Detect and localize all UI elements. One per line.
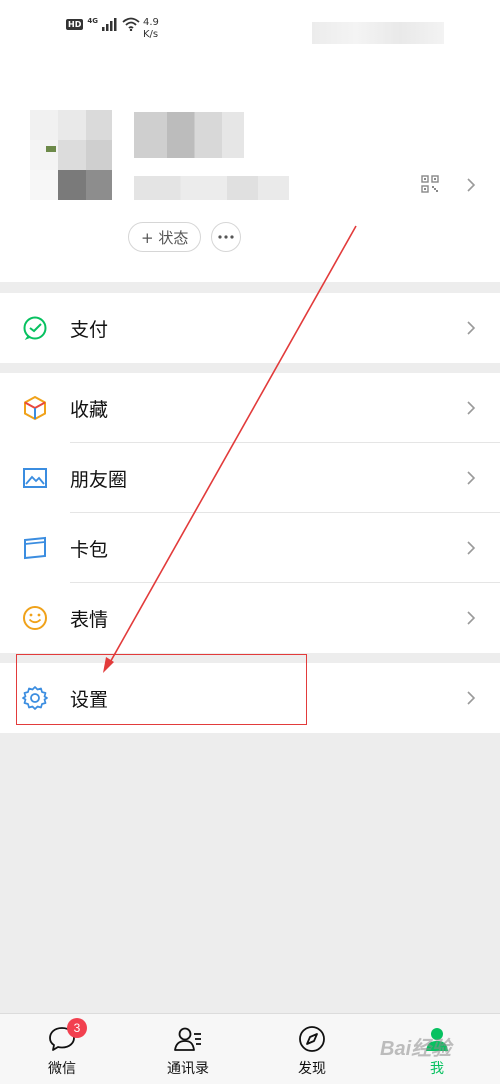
tab-label: 我 bbox=[430, 1061, 444, 1077]
tab-label: 通讯录 bbox=[167, 1061, 209, 1077]
tab-chats[interactable]: 3 微信 bbox=[17, 1014, 107, 1084]
tab-contacts[interactable]: 通讯录 bbox=[143, 1014, 233, 1084]
tab-label: 发现 bbox=[298, 1061, 326, 1077]
unread-badge: 3 bbox=[67, 1018, 87, 1038]
tab-discover[interactable]: 发现 bbox=[267, 1014, 357, 1084]
discover-compass-icon bbox=[299, 1026, 325, 1052]
annotation-arrow bbox=[103, 225, 357, 673]
watermark: Bai经验 bbox=[380, 1038, 452, 1060]
contacts-icon bbox=[174, 1027, 201, 1051]
tab-label: 微信 bbox=[48, 1061, 76, 1077]
